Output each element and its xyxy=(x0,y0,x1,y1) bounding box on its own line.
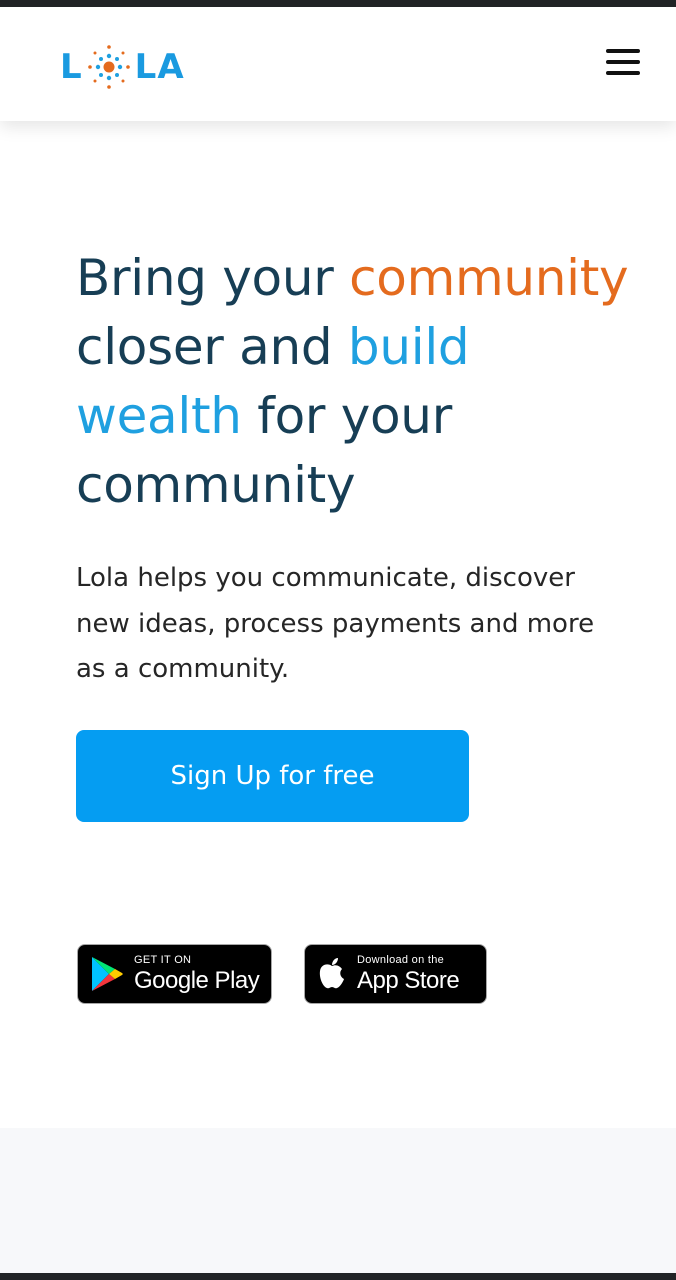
logo-letter-l: L xyxy=(60,47,83,87)
google-play-icon xyxy=(92,957,123,991)
apple-icon xyxy=(319,958,344,989)
google-play-small-label: GET IT ON xyxy=(134,954,192,966)
google-play-label: Google Play xyxy=(134,967,260,994)
navigation-bar-edge xyxy=(0,1273,676,1280)
app-store-small-label: Download on the xyxy=(357,954,445,966)
hero-headline: Bring your community closer and build we… xyxy=(76,244,636,520)
next-section-background xyxy=(0,1128,676,1273)
hamburger-menu-icon[interactable] xyxy=(604,43,642,79)
google-play-badge[interactable]: GET IT ON Google Play xyxy=(77,944,272,1004)
menu-line xyxy=(606,60,640,64)
menu-line xyxy=(606,71,640,75)
site-header: L LA xyxy=(0,7,676,121)
sign-up-button[interactable]: Sign Up for free xyxy=(76,730,469,822)
app-store-badge[interactable]: Download on the App Store xyxy=(304,944,487,1004)
logo-letters-la: LA xyxy=(134,47,185,87)
hero-description: Lola helps you communicate, discover new… xyxy=(76,563,595,684)
menu-line xyxy=(606,49,640,53)
status-bar-edge xyxy=(0,0,676,7)
lola-logo[interactable]: L LA xyxy=(60,37,200,97)
logo-dots-icon xyxy=(87,45,130,89)
hero-section: Bring your community closer and build we… xyxy=(76,244,636,520)
headline-text: closer and xyxy=(76,318,348,376)
headline-highlight-community: community xyxy=(349,249,629,307)
headline-text: Bring your xyxy=(76,249,350,307)
app-store-label: App Store xyxy=(357,967,460,994)
